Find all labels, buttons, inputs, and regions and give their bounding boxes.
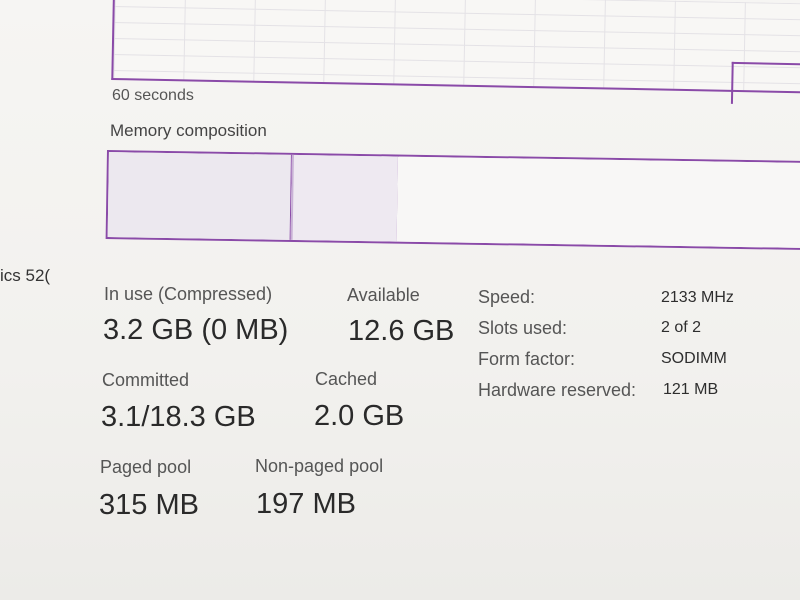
available-value: 12.6 GB	[348, 315, 455, 347]
composition-segment-modified[interactable]	[290, 154, 399, 242]
available-label: Available	[347, 285, 420, 305]
composition-segment-in-use[interactable]	[107, 152, 292, 240]
memory-composition-title: Memory composition	[110, 121, 267, 140]
slots-used-label: Slots used:	[478, 318, 568, 338]
paged-pool-value: 315 MB	[99, 489, 199, 521]
non-paged-pool-label: Non-paged pool	[255, 456, 384, 476]
committed-value: 3.1/18.3 GB	[101, 401, 256, 433]
hardware-reserved-value: 121 MB	[663, 381, 719, 398]
memory-composition-bar[interactable]	[105, 150, 800, 251]
hardware-reserved-label: Hardware reserved:	[478, 380, 637, 400]
composition-segment-free[interactable]	[396, 156, 800, 249]
committed-label: Committed	[102, 370, 190, 390]
in-use-label: In use (Compressed)	[104, 284, 273, 304]
cached-value: 2.0 GB	[314, 400, 405, 432]
sidebar-partial-label: ics 52(	[0, 266, 51, 285]
graph-time-label: 60 seconds	[112, 87, 194, 104]
speed-label: Speed:	[478, 287, 536, 307]
memory-usage-line	[730, 61, 800, 106]
form-factor-value: SODIMM	[661, 350, 727, 367]
speed-value: 2133 MHz	[661, 289, 734, 306]
form-factor-label: Form factor:	[478, 349, 576, 369]
in-use-value: 3.2 GB (0 MB)	[103, 314, 289, 346]
paged-pool-label: Paged pool	[100, 457, 192, 477]
task-manager-memory-panel: 60 seconds Memory composition ics 52( In…	[0, 0, 800, 600]
cached-label: Cached	[315, 369, 378, 389]
slots-used-value: 2 of 2	[661, 319, 702, 336]
non-paged-pool-value: 197 MB	[256, 488, 356, 520]
memory-usage-graph	[111, 0, 800, 106]
